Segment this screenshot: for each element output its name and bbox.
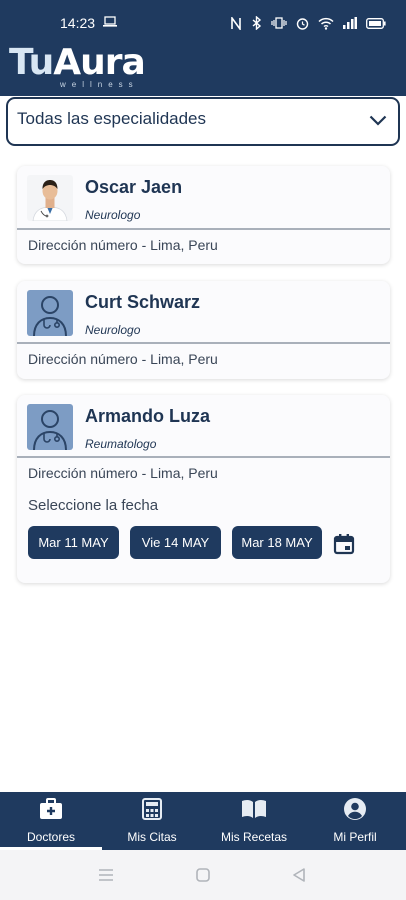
vibrate-icon [271, 17, 287, 29]
doctor-specialty: Neurologo [85, 208, 141, 222]
nav-label: Mi Perfil [333, 830, 377, 844]
doctor-placeholder-icon [27, 290, 73, 336]
home-icon[interactable] [196, 868, 210, 882]
doctor-card[interactable]: Curt Schwarz Neurologo Dirección número … [17, 281, 390, 379]
nav-item-doctores[interactable]: Doctores [0, 792, 102, 850]
account-circle-icon [343, 797, 367, 821]
doctor-photo [27, 175, 73, 221]
system-navigation-bar [0, 850, 406, 900]
battery-icon [366, 17, 386, 29]
laptop-icon [103, 16, 117, 27]
book-icon [241, 797, 267, 821]
select-date-label: Seleccione la fecha [28, 497, 159, 514]
chevron-down-icon [369, 115, 387, 126]
doctor-address: Dirección número - Lima, Peru [28, 351, 218, 367]
doctor-specialty: Reumatologo [85, 437, 157, 451]
nav-label: Mis Recetas [220, 830, 288, 844]
app-header: TuAura wellness [0, 42, 406, 96]
specialty-selected: Todas las especialidades [17, 109, 207, 128]
nav-label: Mis Citas [127, 830, 177, 844]
card-divider [17, 456, 390, 458]
wifi-icon [318, 17, 334, 30]
doctor-name: Armando Luza [85, 406, 211, 426]
card-divider [17, 228, 390, 230]
doctor-name: Curt Schwarz [85, 292, 201, 312]
recent-apps-icon[interactable] [98, 868, 114, 882]
nav-item-mi-perfil[interactable]: Mi Perfil [304, 792, 406, 850]
doctor-address: Dirección número - Lima, Peru [28, 237, 218, 253]
status-icons [230, 16, 386, 30]
nfc-icon [231, 16, 241, 30]
bottom-navigation: Doctores Mis Citas Mis Recetas Mi Perfil [0, 792, 406, 850]
date-button[interactable]: Vie 14 MAY [130, 526, 221, 559]
bluetooth-icon [252, 16, 262, 30]
card-divider [17, 342, 390, 344]
nav-item-mis-citas[interactable]: Mis Citas [101, 792, 203, 850]
nav-label: Doctores [26, 830, 76, 844]
status-time: 14:23 [60, 15, 96, 31]
date-button[interactable]: Mar 11 MAY [28, 526, 119, 559]
doctor-specialty: Neurologo [85, 323, 141, 337]
back-icon[interactable] [292, 868, 306, 882]
doctor-address: Dirección número - Lima, Peru [28, 465, 218, 481]
alarm-icon [296, 17, 309, 30]
logo-subtitle: wellness [60, 80, 139, 89]
calculator-icon [142, 797, 162, 821]
signal-icon [343, 17, 357, 29]
nav-item-mis-recetas[interactable]: Mis Recetas [203, 792, 305, 850]
doctor-card[interactable]: Oscar Jaen Neurologo Dirección número - … [17, 166, 390, 264]
date-button[interactable]: Mar 18 MAY [232, 526, 322, 559]
doctor-card[interactable]: Armando Luza Reumatologo Dirección númer… [17, 395, 390, 583]
specialty-dropdown[interactable]: Todas las especialidades [6, 97, 400, 146]
doctor-placeholder-icon [27, 404, 73, 450]
app-logo: TuAura [9, 42, 146, 83]
medical-bag-icon [39, 797, 63, 821]
status-bar: 14:23 [0, 0, 406, 46]
calendar-icon[interactable] [332, 532, 356, 556]
doctor-name: Oscar Jaen [85, 177, 183, 197]
